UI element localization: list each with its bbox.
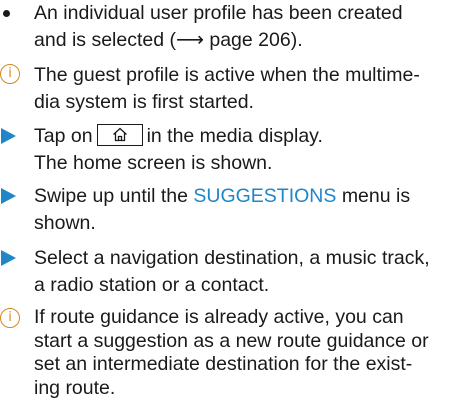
info-text: The guest profile is active when the mul… bbox=[34, 62, 454, 116]
step-result-line: The home screen is shown. bbox=[34, 152, 273, 174]
bullet-text: An individual user profile has been crea… bbox=[34, 0, 454, 54]
info-text-line: The guest profile is active when the mul… bbox=[34, 64, 420, 86]
info-text-line: set an intermediate destination for the … bbox=[34, 353, 413, 375]
info-text-line: If route guidance is already active, you… bbox=[34, 306, 404, 328]
step-arrow-icon bbox=[1, 250, 16, 266]
step-arrow-icon bbox=[1, 128, 16, 144]
step-text-line: shown. bbox=[34, 212, 96, 234]
info-text-line: start a suggestion as a new route guidan… bbox=[34, 329, 429, 352]
step-text: Swipe up until the SUGGESTIONS menu is s… bbox=[34, 183, 454, 237]
info-text-line: dia system is first started. bbox=[34, 91, 254, 113]
bullet-text-line: An individual user profile has been crea… bbox=[34, 2, 403, 24]
step-text-line: Select a navigation destination, a music… bbox=[34, 247, 430, 269]
step-text-line: Tap on in the media display. bbox=[34, 123, 454, 150]
step-text-after-link: menu is bbox=[341, 185, 411, 207]
manual-page: An individual user profile has been crea… bbox=[0, 0, 460, 401]
step-text-line: a radio station or a contact. bbox=[34, 274, 270, 296]
suggestions-menu-link: SUGGESTIONS bbox=[193, 185, 337, 207]
info-marker: i bbox=[0, 306, 34, 333]
step-text-after-icon: in the media display. bbox=[146, 125, 323, 147]
step-marker bbox=[0, 123, 34, 150]
step-marker bbox=[0, 245, 34, 272]
info-icon: i bbox=[0, 64, 20, 84]
info-marker: i bbox=[0, 62, 34, 89]
step-text: Tap on in the media display. The home scr… bbox=[34, 123, 454, 177]
home-icon bbox=[96, 124, 143, 147]
bullet-marker bbox=[0, 0, 34, 27]
info-text: If route guidance is already active, you… bbox=[34, 306, 454, 400]
step-text-line: Swipe up until the SUGGESTIONS menu is bbox=[34, 183, 454, 210]
step-text-before-link: Swipe up until the bbox=[34, 185, 188, 207]
info-text-line: ing route. bbox=[34, 376, 116, 399]
step-marker bbox=[0, 183, 34, 210]
bullet-text-line: and is selected (⟶ page 206). bbox=[34, 29, 303, 51]
step-text: Select a navigation destination, a music… bbox=[34, 245, 454, 299]
info-icon: i bbox=[0, 308, 20, 328]
bullet-dot-icon bbox=[3, 10, 10, 17]
step-text-before-icon: Tap on bbox=[34, 125, 93, 147]
step-arrow-icon bbox=[1, 188, 16, 204]
